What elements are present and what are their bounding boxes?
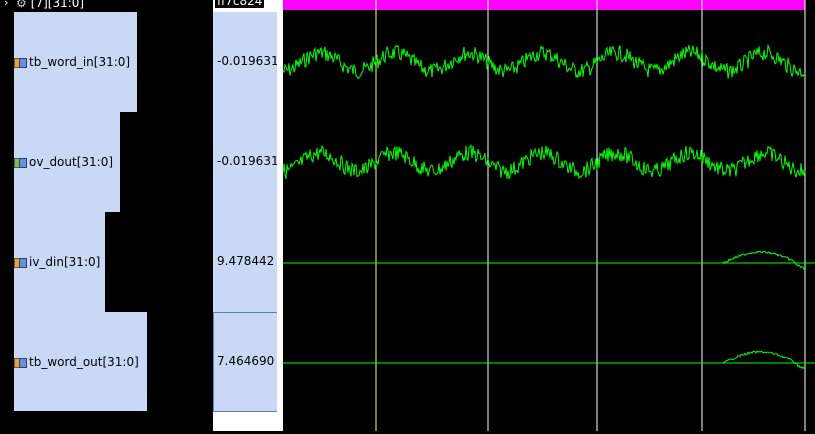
trace-iv-din bbox=[722, 250, 806, 271]
signal-row-iv-din[interactable]: › iv_din[31:0] bbox=[4, 253, 100, 271]
gear-icon: ⚙ bbox=[16, 0, 27, 10]
bus-signal-icon bbox=[14, 256, 27, 268]
chevron-right-icon[interactable]: › bbox=[4, 53, 14, 71]
signal-names-panel: › ⚙ [7][31:0] › tb_word_in[31:0] › ov_do… bbox=[0, 0, 205, 431]
signal-name: tb_word_in[31:0] bbox=[29, 55, 131, 69]
bus-signal-icon bbox=[14, 156, 27, 168]
signal-row-tb-word-in[interactable]: › tb_word_in[31:0] bbox=[4, 53, 130, 71]
signal-row-partial[interactable]: › ⚙ [7][31:0] bbox=[4, 0, 84, 12]
waveform-traces bbox=[282, 43, 806, 370]
trace-tb-word-in bbox=[282, 43, 806, 80]
waveform-panel[interactable] bbox=[282, 0, 815, 431]
signal-value: -0.019631 bbox=[217, 154, 279, 168]
signal-row-tb-word-out[interactable]: › tb_word_out[31:0] bbox=[4, 353, 139, 371]
signal-name: [7][31:0] bbox=[30, 0, 85, 10]
bus-signal-icon bbox=[14, 56, 27, 68]
signal-name: iv_din[31:0] bbox=[29, 255, 101, 269]
signal-value-partial: ff7c824 bbox=[215, 0, 265, 8]
signal-value: 9.478442 bbox=[217, 254, 275, 268]
signal-name: tb_word_out[31:0] bbox=[29, 355, 139, 369]
chevron-right-icon[interactable]: › bbox=[4, 353, 14, 371]
bus-signal-icon bbox=[14, 356, 27, 368]
marker-bar[interactable] bbox=[283, 0, 805, 10]
signal-row-ov-dout[interactable]: › ov_dout[31:0] bbox=[4, 153, 113, 171]
signal-values-panel: ff7c824 -0.019631 -0.019631 9.478442 7.4… bbox=[209, 0, 279, 431]
chevron-right-icon[interactable]: › bbox=[4, 153, 14, 171]
signal-name: ov_dout[31:0] bbox=[29, 155, 114, 169]
waveform-canvas[interactable] bbox=[282, 0, 815, 431]
chevron-right-icon[interactable]: › bbox=[4, 0, 14, 12]
signal-value: 7.464690 bbox=[217, 354, 275, 368]
signal-value: -0.019631 bbox=[217, 54, 279, 68]
trace-tb-word-out bbox=[722, 350, 806, 370]
trace-ov-dout bbox=[282, 143, 806, 180]
chevron-right-icon[interactable]: › bbox=[4, 253, 14, 271]
